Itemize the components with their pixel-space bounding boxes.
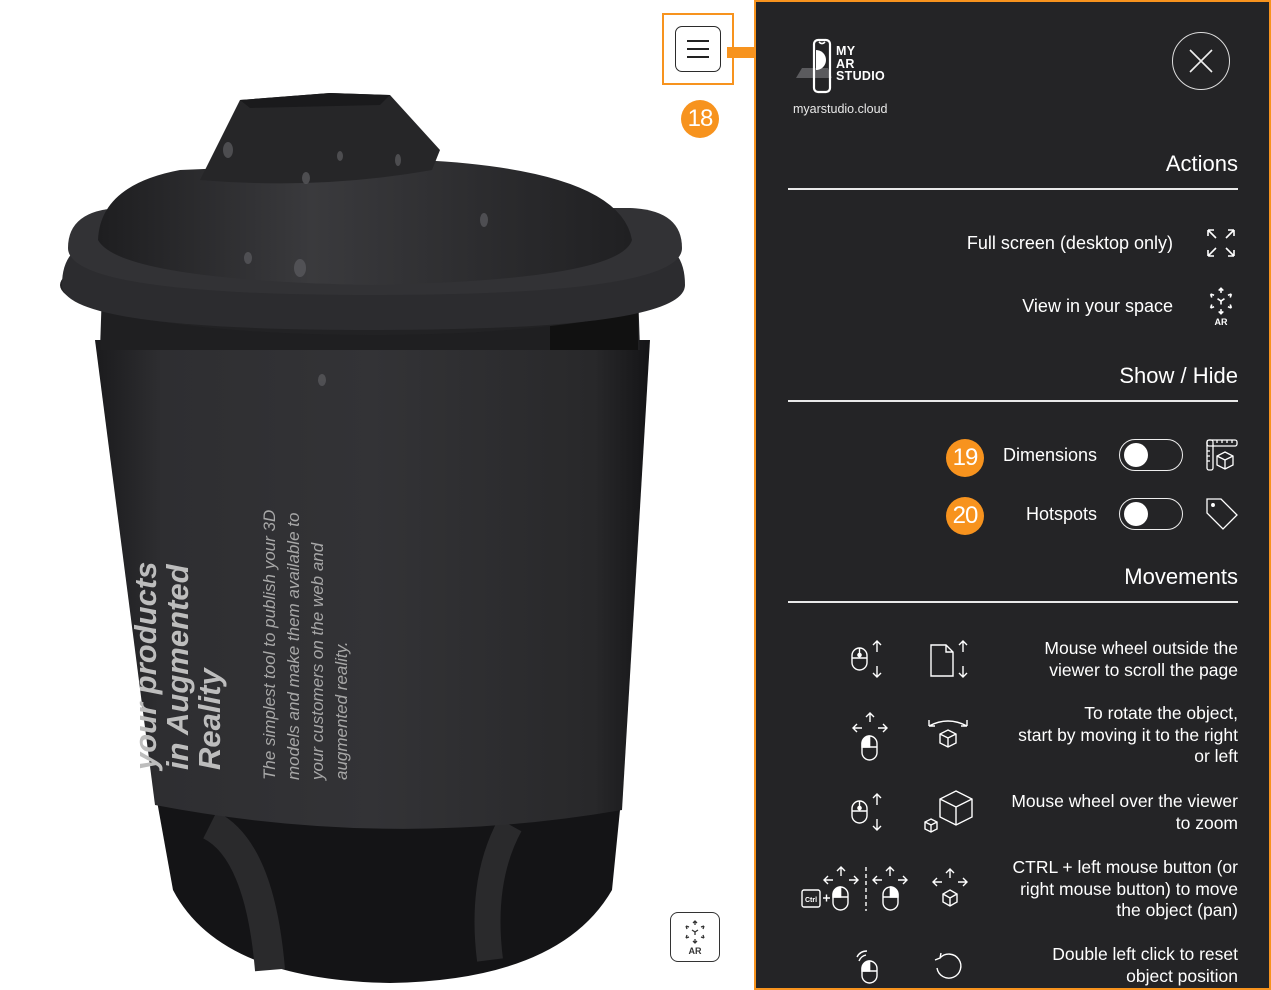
hotspots-toggle[interactable] — [1119, 498, 1183, 530]
tag-icon — [1206, 498, 1238, 530]
dimensions-toggle[interactable] — [1119, 439, 1183, 471]
double-click-icon — [856, 950, 878, 984]
hotspots-label: Hotspots — [1025, 503, 1097, 524]
toggle-knob — [1124, 443, 1148, 467]
action-fullscreen[interactable]: Full screen (desktop only) — [967, 227, 1241, 259]
pan-cube-icon — [932, 868, 968, 907]
movement-reset: Double left click to reset object positi… — [1052, 944, 1238, 986]
svg-text:Ctrl: Ctrl — [805, 897, 817, 904]
ruler-cube-icon — [1206, 439, 1238, 471]
page-scroll-icon — [930, 640, 968, 678]
dimensions-toggle-row: Dimensions — [1003, 438, 1239, 472]
annotation-badge-18: 18 — [681, 100, 719, 138]
rotate-cube-icon — [928, 720, 968, 748]
view-in-ar-button[interactable]: AR — [670, 912, 720, 962]
reset-icon — [934, 952, 962, 979]
action-fullscreen-label: Full screen (desktop only) — [966, 232, 1173, 253]
zoom-cubes-icon — [924, 790, 973, 833]
cup-print-body: The simplest tool to publish your 3D mod… — [260, 509, 351, 780]
section-divider — [788, 601, 1238, 603]
cup-print-headline: your products in Augmented Reality — [128, 561, 227, 770]
mouse-scroll-icon — [851, 793, 882, 831]
ar-cube-icon — [1209, 287, 1233, 315]
section-title-show-hide: Show / Hide — [1119, 363, 1238, 388]
mouse-move-icon — [852, 712, 888, 761]
toggle-knob — [1124, 502, 1148, 526]
section-divider — [788, 188, 1238, 190]
3d-viewer[interactable]: your products in Augmented Reality The s… — [0, 0, 793, 990]
hamburger-icon — [687, 40, 709, 58]
help-panel: MY AR STUDIO myarstudio.cloud Actions Fu… — [754, 0, 1271, 990]
menu-button[interactable] — [675, 26, 721, 72]
hotspots-toggle-row: Hotspots — [1026, 497, 1239, 531]
movement-pan: CTRL + left mouse button (or right mouse… — [1012, 857, 1239, 920]
phone-ar-logo-icon — [796, 38, 832, 94]
my-ar-studio-logo: MY AR STUDIO — [794, 38, 885, 96]
ar-icon-caption: AR — [1214, 317, 1228, 327]
coffee-cup-model[interactable] — [60, 90, 700, 990]
logo-wordmark: MY AR STUDIO — [836, 44, 886, 83]
fullscreen-icon — [1207, 229, 1235, 257]
movement-rotate: To rotate the object, start by moving it… — [1018, 703, 1238, 766]
action-view-in-your-space[interactable]: View in your space AR — [1022, 286, 1241, 327]
section-title-movements: Movements — [1124, 564, 1238, 589]
ctrl-mouse-pan-icon: Ctrl — [801, 866, 908, 911]
ar-cube-icon — [685, 919, 705, 944]
section-divider — [788, 400, 1238, 402]
action-view-in-space-label: View in your space — [1022, 296, 1173, 316]
annotation-badge-20: 20 — [946, 497, 984, 535]
logo-url: myarstudio.cloud — [793, 102, 888, 116]
close-panel-button[interactable] — [1172, 32, 1230, 90]
movement-zoom: Mouse wheel over the viewer to zoom — [1011, 791, 1238, 833]
dimensions-label: Dimensions — [1002, 444, 1097, 465]
close-icon — [1189, 49, 1213, 73]
movement-scroll-page: Mouse wheel outside the viewer to scroll… — [1044, 638, 1238, 680]
ar-button-label: AR — [688, 945, 702, 956]
mouse-scroll-icon — [851, 640, 882, 678]
annotation-badge-19: 19 — [946, 439, 984, 477]
section-title-actions: Actions — [1165, 151, 1238, 176]
